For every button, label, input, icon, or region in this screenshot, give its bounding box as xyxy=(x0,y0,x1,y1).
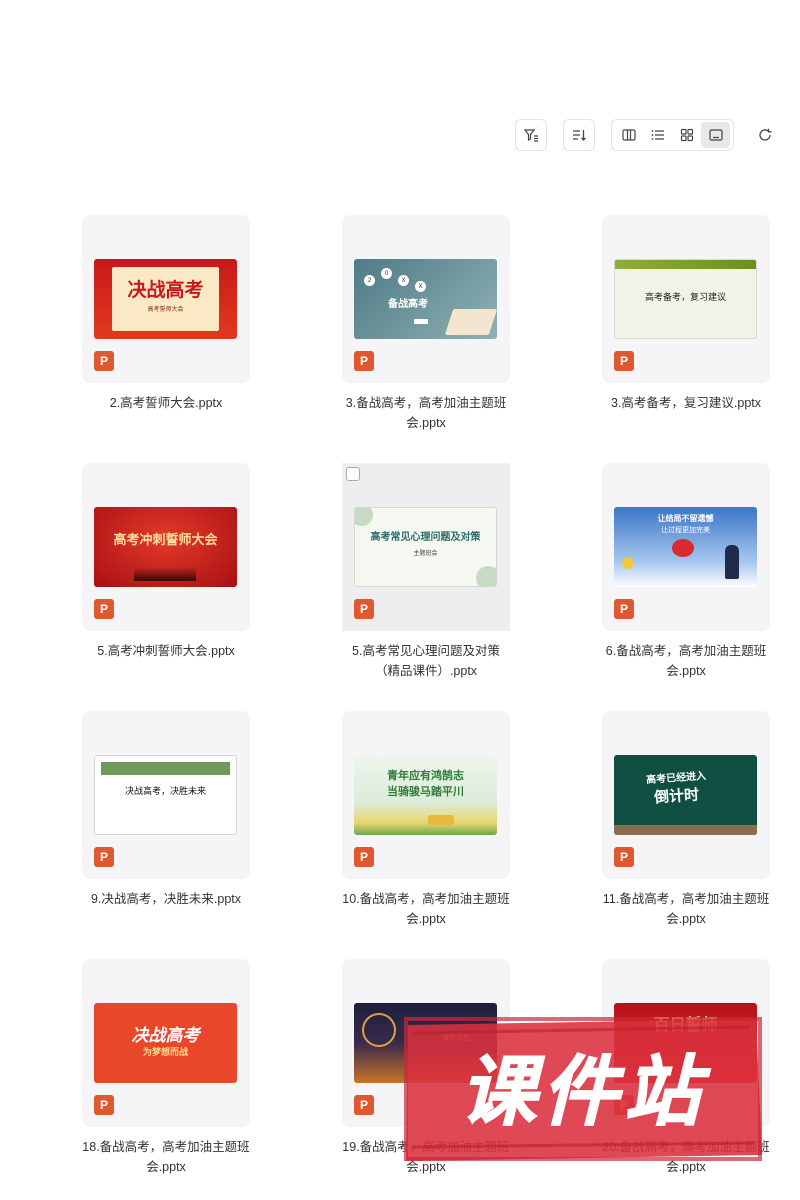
thumb-title: 高考常见心理问题及对策 xyxy=(370,532,481,543)
file-name: 6.备战高考，高考加油主题班会.pptx xyxy=(605,644,767,678)
view-columns-button[interactable] xyxy=(614,122,643,148)
refresh-button[interactable] xyxy=(750,119,780,151)
select-checkbox[interactable] xyxy=(346,467,360,481)
slide-thumbnail: 2 0 X X 备战高考 xyxy=(354,259,497,339)
file-card[interactable]: 2 0 X X 备战高考 P xyxy=(342,215,510,383)
pptx-file-icon: P xyxy=(354,847,374,867)
sort-icon xyxy=(573,130,586,141)
file-name: 10.备战高考，高考加油主题班会.pptx xyxy=(342,892,510,926)
pptx-file-icon: P xyxy=(614,1095,634,1115)
thumb-title: 决战高考 xyxy=(131,1026,200,1045)
file-tile[interactable]: 高考常见心理问题及对策 主题班会 P 5.高考常见心理问题及对策（精品课件）.p… xyxy=(342,463,510,681)
file-card[interactable]: 决战高考 高考誓师大会 P xyxy=(82,215,250,383)
slide-thumbnail: 高考常见心理问题及对策 主题班会 xyxy=(354,507,497,587)
thumb-bubble: 0 xyxy=(381,268,392,279)
thumb-title: 百日誓师 xyxy=(653,1017,718,1034)
list-view-icon xyxy=(651,130,664,140)
file-name: 9.决战高考，决胜未来.pptx xyxy=(90,892,242,906)
file-card[interactable]: 青年应有鸿鹄志 当骑骏马踏平川 P xyxy=(342,711,510,879)
file-tile[interactable]: 2 0 X X 备战高考 P 3.备战高考，高考加油主题班会.pptx xyxy=(342,215,510,433)
file-tile[interactable]: 青年应有鸿鹄志 当骑骏马踏平川 P 10.备战高考，高考加油主题班会.pptx xyxy=(342,711,510,929)
thumb-bubble: X xyxy=(398,275,409,286)
thumb-title: 高考备考，复习建议 xyxy=(644,292,726,302)
view-grid-button[interactable] xyxy=(672,122,701,148)
thumb-title: 高考冲刺誓师大会 xyxy=(113,532,218,547)
thumb-subtitle: 当骑骏马踏平川 xyxy=(387,786,464,798)
pptx-file-icon: P xyxy=(614,847,634,867)
file-tile[interactable]: 决战高考，决胜未来 P 9.决战高考，决胜未来.pptx xyxy=(82,711,250,909)
thumb-title: 决战高考，决胜未来 xyxy=(124,786,206,796)
file-card[interactable]: 改写人生 P xyxy=(342,959,510,1127)
file-name: 19.备战高考，高考加油主题班会.pptx xyxy=(342,1140,510,1174)
slide-thumbnail: 高考冲刺誓师大会 xyxy=(94,507,237,587)
file-name: 5.高考常见心理问题及对策（精品课件）.pptx xyxy=(352,644,500,678)
file-name: 3.备战高考，高考加油主题班会.pptx xyxy=(345,396,507,430)
pptx-file-icon: P xyxy=(354,1095,374,1115)
refresh-icon xyxy=(759,128,772,141)
pptx-file-icon: P xyxy=(614,351,634,371)
thumb-subtitle: 主题班会 xyxy=(413,551,438,557)
view-preview-button[interactable] xyxy=(701,122,730,148)
file-name: 5.高考冲刺誓师大会.pptx xyxy=(97,644,235,658)
file-card[interactable]: 高考已经进入 倒计时 P xyxy=(602,711,770,879)
file-card[interactable]: 高考备考，复习建议 P xyxy=(602,215,770,383)
file-card[interactable]: 高考常见心理问题及对策 主题班会 P xyxy=(342,463,510,631)
columns-view-icon xyxy=(621,129,636,141)
thumb-title: 让结局不留遗憾 xyxy=(657,514,714,523)
filter-button[interactable] xyxy=(515,119,547,151)
thumb-subtitle: 让过程更加完美 xyxy=(661,527,710,534)
file-tile[interactable]: 高考冲刺誓师大会 P 5.高考冲刺誓师大会.pptx xyxy=(82,463,250,661)
thumb-bubble: X xyxy=(415,281,426,292)
filter-icon xyxy=(523,129,538,142)
pptx-file-icon: P xyxy=(94,351,114,371)
view-list-button[interactable] xyxy=(643,122,672,148)
view-switcher xyxy=(611,119,734,151)
file-tile[interactable]: 决战高考 高考誓师大会 P 2.高考誓师大会.pptx xyxy=(82,215,250,413)
toolbar xyxy=(0,119,800,153)
pptx-file-icon: P xyxy=(94,1095,114,1115)
file-name: 20.备战高考，高考加油主题班会.pptx xyxy=(602,1140,770,1174)
pptx-file-icon: P xyxy=(94,599,114,619)
file-name: 18.备战高考，高考加油主题班会.pptx xyxy=(82,1140,250,1174)
thumb-subtitle: 为梦想而战 xyxy=(142,1047,188,1057)
slide-thumbnail: 高考备考，复习建议 xyxy=(614,259,757,339)
pptx-file-icon: P xyxy=(354,599,374,619)
slide-thumbnail: 决战高考 为梦想而战 xyxy=(94,1003,237,1083)
thumb-subtitle: 倒计时 xyxy=(653,786,700,807)
thumb-bubble: 2 xyxy=(364,275,375,286)
pptx-file-icon: P xyxy=(614,599,634,619)
file-tile[interactable]: 决战高考 为梦想而战 P 18.备战高考，高考加油主题班会.pptx xyxy=(82,959,250,1177)
file-card[interactable]: 高考冲刺誓师大会 P xyxy=(82,463,250,631)
slide-thumbnail: 决战高考 高考誓师大会 xyxy=(94,259,237,339)
slide-thumbnail: 改写人生 xyxy=(354,1003,497,1083)
slide-thumbnail: 决战高考，决胜未来 xyxy=(94,755,237,835)
file-tile[interactable]: 让结局不留遗憾 让过程更加完美 P 6.备战高考，高考加油主题班会.pptx xyxy=(602,463,770,681)
file-card[interactable]: 让结局不留遗憾 让过程更加完美 P xyxy=(602,463,770,631)
file-name: 2.高考誓师大会.pptx xyxy=(109,396,223,410)
file-card[interactable]: 百日誓师 P xyxy=(602,959,770,1127)
file-card[interactable]: 决战高考，决胜未来 P xyxy=(82,711,250,879)
file-tile[interactable]: 改写人生 P 19.备战高考，高考加油主题班会.pptx xyxy=(342,959,510,1177)
file-name: 3.高考备考，复习建议.pptx xyxy=(610,396,762,410)
file-name: 11.备战高考，高考加油主题班会.pptx xyxy=(602,892,770,926)
preview-view-icon xyxy=(708,129,723,141)
file-tile[interactable]: 高考已经进入 倒计时 P 11.备战高考，高考加油主题班会.pptx xyxy=(602,711,770,929)
thumb-subtitle: 改写人生 xyxy=(442,1035,470,1042)
slide-thumbnail: 百日誓师 xyxy=(614,1003,757,1083)
grid-view-icon xyxy=(680,128,693,142)
slide-thumbnail: 高考已经进入 倒计时 xyxy=(614,755,757,835)
file-tile[interactable]: 高考备考，复习建议 P 3.高考备考，复习建议.pptx xyxy=(602,215,770,413)
pptx-file-icon: P xyxy=(94,847,114,867)
pptx-file-icon: P xyxy=(354,351,374,371)
thumb-subtitle: 高考誓师大会 xyxy=(147,307,184,313)
slide-thumbnail: 让结局不留遗憾 让过程更加完美 xyxy=(614,507,757,587)
thumb-title: 青年应有鸿鹄志 xyxy=(387,770,464,782)
thumb-title: 备战高考 xyxy=(388,299,428,310)
sort-button[interactable] xyxy=(563,119,595,151)
file-tile[interactable]: 百日誓师 P 20.备战高考，高考加油主题班会.pptx xyxy=(602,959,770,1177)
slide-thumbnail: 青年应有鸿鹄志 当骑骏马踏平川 xyxy=(354,755,497,835)
thumb-title: 决战高考 xyxy=(127,280,204,301)
file-card[interactable]: 决战高考 为梦想而战 P xyxy=(82,959,250,1127)
